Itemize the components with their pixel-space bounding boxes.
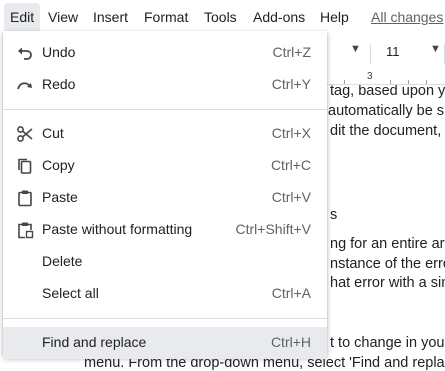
menu-item-shortcut: Ctrl+A — [271, 285, 311, 301]
menu-tools[interactable]: Tools — [204, 9, 237, 25]
menu-divider — [3, 109, 327, 110]
menu-item-paste-without-formatting[interactable]: Paste without formatting Ctrl+Shift+V — [3, 214, 327, 246]
menu-item-shortcut: Ctrl+Z — [272, 44, 312, 60]
edit-menu-dropdown: Undo Ctrl+Z Redo Ctrl+Y Cut Ctrl+X Copy … — [3, 31, 327, 359]
doc-text-line: dit the document, th — [330, 123, 445, 139]
menu-item-redo[interactable]: Redo Ctrl+Y — [3, 69, 327, 101]
ruler-number: 3 — [367, 71, 373, 82]
menu-item-find-and-replace[interactable]: Find and replace Ctrl+H — [3, 327, 327, 359]
copy-icon — [16, 157, 34, 175]
toolbar-divider — [370, 44, 371, 64]
menu-item-delete[interactable]: Delete — [3, 246, 327, 278]
ruler-tick — [426, 80, 427, 84]
paste-plain-icon — [16, 221, 34, 239]
menu-insert[interactable]: Insert — [93, 9, 128, 25]
save-status-link[interactable]: All changes — [371, 9, 443, 25]
doc-text-line: nstance of the erro — [330, 256, 445, 272]
menu-item-label: Redo — [42, 76, 76, 92]
menu-edit[interactable]: Edit — [4, 3, 41, 31]
menu-item-select-all[interactable]: Select all Ctrl+A — [3, 278, 327, 310]
ruler-tick — [408, 80, 409, 84]
menu-item-copy[interactable]: Copy Ctrl+C — [3, 150, 327, 182]
menu-bar: Edit View Insert Format Tools Add-ons He… — [0, 0, 445, 34]
undo-icon — [16, 44, 34, 62]
paste-icon — [16, 189, 34, 207]
font-size-caret-icon[interactable]: ▼ — [430, 43, 441, 55]
ruler-tick — [390, 80, 391, 84]
menu-item-shortcut: Ctrl+V — [271, 189, 311, 205]
menu-item-shortcut: Ctrl+C — [270, 157, 311, 173]
menu-addons[interactable]: Add-ons — [253, 9, 305, 25]
menu-item-undo[interactable]: Undo Ctrl+Z — [3, 37, 327, 69]
doc-text-line: s — [330, 207, 338, 223]
ruler-tick — [344, 80, 345, 84]
menu-item-label: Paste without formatting — [42, 221, 193, 237]
menu-item-label: Copy — [42, 157, 75, 173]
doc-text-line: hat error with a sin — [330, 275, 445, 291]
doc-text-line: automatically be s — [328, 103, 445, 119]
menu-view[interactable]: View — [48, 9, 78, 25]
menu-item-shortcut: Ctrl+X — [271, 125, 311, 141]
menu-item-shortcut: Ctrl+Y — [271, 76, 311, 92]
redo-icon — [16, 76, 34, 94]
menu-item-label: Find and replace — [42, 334, 147, 350]
menu-item-shortcut: Ctrl+H — [270, 334, 311, 350]
menu-help[interactable]: Help — [320, 9, 349, 25]
menu-divider — [3, 318, 327, 319]
menu-item-shortcut: Ctrl+Shift+V — [235, 221, 311, 237]
doc-text-line: t to change in you — [330, 335, 445, 351]
menu-format[interactable]: Format — [144, 9, 188, 25]
doc-text-line: tag, based upon y — [330, 83, 445, 99]
doc-text-line: ng for an entire artic — [330, 236, 445, 252]
menu-item-label: Undo — [42, 44, 76, 60]
menu-item-label: Paste — [42, 189, 78, 205]
menu-item-label: Delete — [42, 253, 83, 269]
font-size-field[interactable]: 11 — [386, 44, 400, 59]
menu-item-paste[interactable]: Paste Ctrl+V — [3, 182, 327, 214]
menu-item-cut[interactable]: Cut Ctrl+X — [3, 118, 327, 150]
menu-item-label: Cut — [42, 125, 64, 141]
font-dropdown-caret-icon[interactable]: ▼ — [350, 43, 361, 55]
scissors-icon — [16, 125, 34, 143]
menu-item-label: Select all — [42, 285, 99, 301]
